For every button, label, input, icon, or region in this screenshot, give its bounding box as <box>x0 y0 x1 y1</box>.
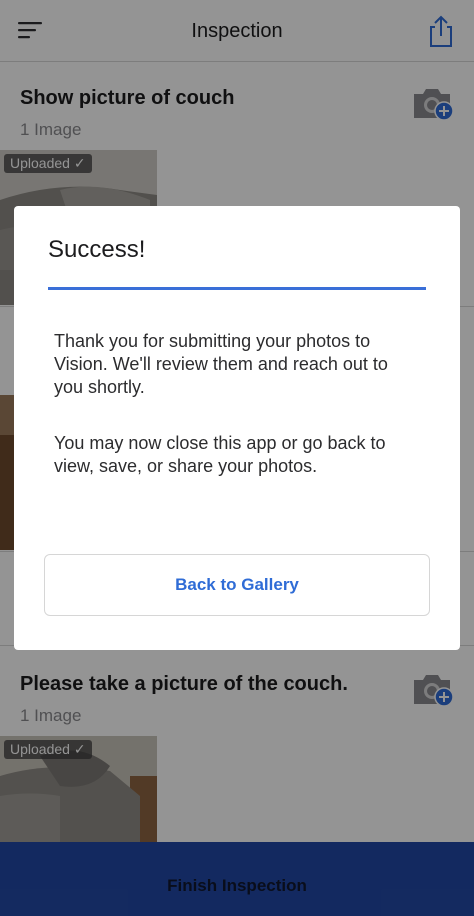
dialog-title: Success! <box>48 236 146 263</box>
title-underline <box>48 287 426 290</box>
dialog-message: You may now close this app or go back to… <box>54 433 386 476</box>
dialog-message: Thank you for submitting your photos to … <box>54 331 388 397</box>
success-dialog: Success! Thank you for submitting your p… <box>14 206 460 650</box>
back-to-gallery-button[interactable]: Back to Gallery <box>44 554 430 616</box>
